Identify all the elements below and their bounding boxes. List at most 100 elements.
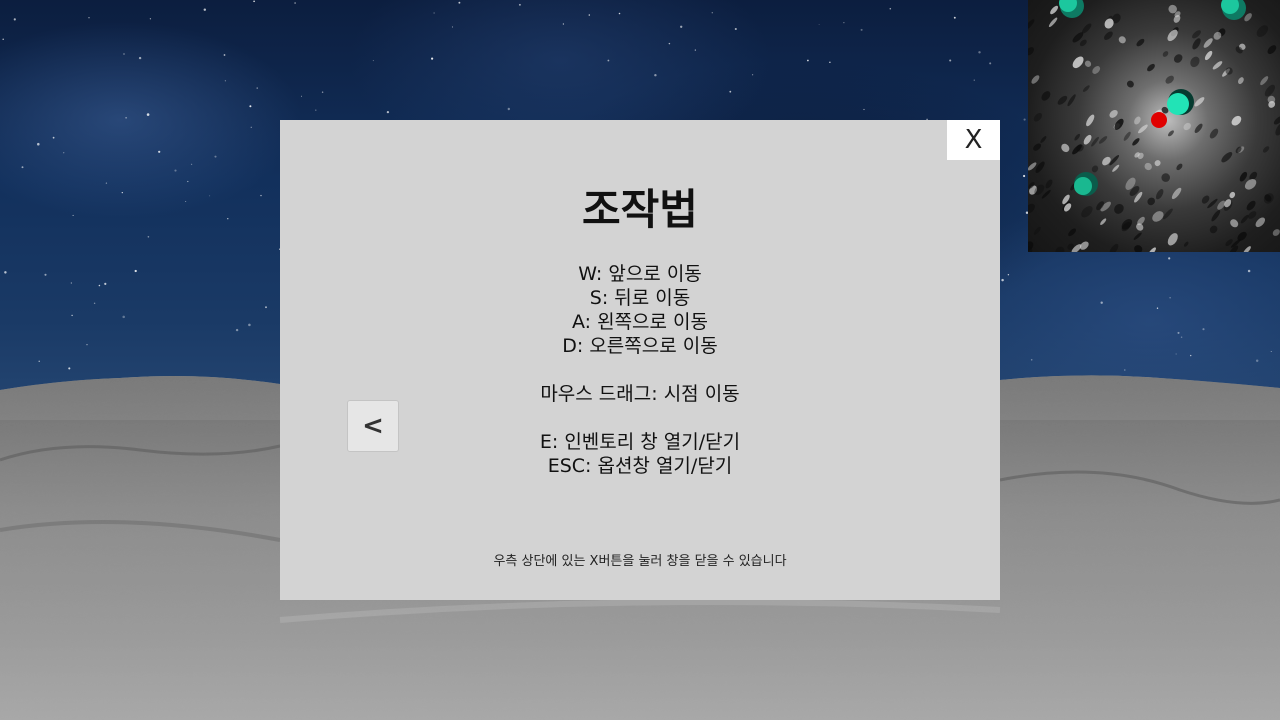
game-scene[interactable]: X 조작법 W: 앞으로 이동 S: 뒤로 이동 A: 왼쪽으로 이동 D: 오… [0,0,1280,720]
terrain-speckle [1112,164,1120,172]
star [249,105,252,108]
terrain-speckle [1260,76,1269,86]
star [158,150,161,153]
star [1007,273,1010,276]
terrain-speckle [1040,136,1047,143]
close-button[interactable]: X [947,120,1000,160]
terrain-speckle [1221,152,1233,163]
terrain-speckle [1246,200,1256,211]
star [214,155,217,158]
star [63,152,65,154]
star [71,314,73,317]
terrain-speckle [1248,211,1257,219]
terrain-speckle [1165,75,1174,84]
star [1023,118,1026,121]
terrain-speckle [1050,5,1059,15]
terrain-speckle [1114,203,1124,214]
terrain-speckle [1126,80,1134,88]
terrain-speckle [1147,63,1155,72]
terrain-speckle [1123,131,1131,141]
star [44,273,47,276]
terrain-speckle [1028,19,1035,31]
terrain-speckle [1147,197,1155,206]
star [978,51,981,54]
terrain-speckle [1134,245,1143,252]
star [105,182,108,184]
terrain-speckle [1211,210,1221,222]
star [250,126,252,128]
terrain-speckle [1229,191,1236,199]
star [807,59,809,62]
terrain-speckle [1136,223,1144,231]
teal-sphere-icon [1221,0,1246,20]
terrain-speckle [1055,246,1065,252]
star [818,24,820,25]
terrain-speckle [1264,84,1276,97]
star [235,328,239,332]
star [1202,328,1205,331]
terrain-speckle [1231,115,1242,126]
star [1023,174,1026,178]
star [829,61,831,63]
star [729,90,732,93]
star [149,18,152,20]
terrain-speckle [1057,95,1068,105]
terrain-speckle [1192,30,1201,39]
star [121,191,123,194]
terrain-speckle [1152,211,1164,222]
terrain-speckle [1238,77,1244,85]
star [72,214,74,216]
star [2,38,4,41]
terrain-speckle [1162,208,1173,220]
terrain-speckle [1183,241,1189,247]
terrain-speckle [1161,173,1170,182]
minimap[interactable] [1028,0,1280,252]
terrain-speckle [1048,17,1058,28]
terrain-speckle [1239,171,1248,182]
terrain-speckle [1136,38,1145,47]
terrain-speckle [1273,116,1280,125]
star [668,42,671,45]
terrain-speckle [1109,243,1119,252]
terrain-speckle [1203,38,1213,48]
terrain-speckle [1033,143,1042,151]
star [953,16,956,19]
star [1270,351,1272,353]
footer-hint: 우측 상단에 있는 X버튼을 눌러 창을 닫을 수 있습니다 [493,554,787,569]
star [458,1,461,4]
star [1168,257,1171,260]
terrain-speckle [1162,51,1169,57]
star [1175,353,1177,355]
terrain-speckle [1035,161,1045,173]
star [518,3,521,6]
terrain-speckle [1102,156,1111,166]
star [1001,278,1004,282]
star [694,49,696,51]
control-right: D: 오른쪽으로 이동 [562,335,718,357]
terrain-speckle [1255,217,1266,228]
star [123,53,125,55]
star [654,73,657,77]
minimap-view [1028,0,1280,252]
terrain-speckle [1209,225,1218,234]
terrain-speckle [1209,128,1219,139]
terrain-speckle [1212,61,1223,70]
star [146,113,150,116]
star [860,28,863,31]
control-forward: W: 앞으로 이동 [578,263,702,285]
terrain-speckle [1067,94,1076,107]
terrain-speckle [1079,39,1087,47]
terrain-speckle [1138,124,1148,134]
terrain-speckle [1240,214,1249,224]
terrain-speckle [1272,229,1280,236]
star [372,60,374,62]
star [98,284,101,287]
previous-page-button[interactable]: < [347,400,399,452]
star [86,344,88,346]
star [1180,336,1183,338]
terrain-speckle [1074,133,1081,141]
star [93,302,96,305]
star [315,109,317,111]
star [1169,297,1171,299]
